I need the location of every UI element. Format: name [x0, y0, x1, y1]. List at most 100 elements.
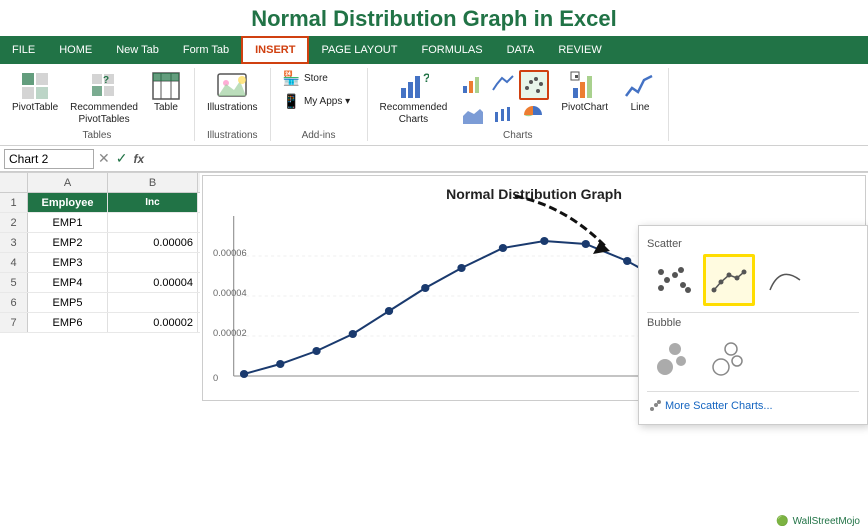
recommended-charts-label: RecommendedCharts [380, 102, 448, 126]
line-sparkline-button[interactable]: Line [620, 68, 660, 116]
area-chart-button[interactable] [459, 102, 487, 128]
pivottable-icon [19, 70, 51, 102]
tab-bar: FILE HOME New Tab Form Tab INSERT PAGE L… [0, 36, 868, 64]
row-num-3: 3 [0, 233, 28, 252]
formula-input[interactable] [148, 152, 864, 166]
bubble-outline-button[interactable] [703, 333, 755, 385]
cancel-icon[interactable]: ✕ [98, 150, 110, 167]
scatter-section-label: Scatter [647, 238, 859, 250]
dropdown-divider-1 [647, 312, 859, 313]
cell-b4[interactable] [108, 253, 198, 272]
watermark: 🟢 WallStreetMojo [776, 516, 860, 527]
name-box[interactable] [4, 149, 94, 169]
pivottable-button[interactable]: PivotTable [8, 68, 62, 116]
cell-a2[interactable]: EMP1 [28, 213, 108, 232]
cell-b1[interactable]: Inc [108, 193, 198, 212]
ribbon-group-tables: PivotTable ? RecommendedPivotTables [0, 68, 195, 141]
store-icon: 🏪 [283, 70, 300, 87]
addins-group-label: Add-ins [302, 130, 336, 141]
cell-a4[interactable]: EMP3 [28, 253, 108, 272]
tab-home[interactable]: HOME [47, 36, 104, 64]
cell-b7[interactable]: 0.00002 [108, 313, 198, 332]
line-sparkline-icon [624, 70, 656, 102]
more-scatter-label: More Scatter Charts... [665, 400, 773, 412]
table-row: 6 EMP5 [0, 293, 200, 313]
watermark-text: WallStreetMojo [793, 516, 860, 527]
tab-formulas[interactable]: FORMULAS [409, 36, 494, 64]
dropdown-divider-2 [647, 391, 859, 392]
col-header-rownum [0, 173, 28, 192]
bar-chart-button[interactable] [459, 70, 487, 100]
row-num-5: 5 [0, 273, 28, 292]
cell-a6[interactable]: EMP5 [28, 293, 108, 312]
spreadsheet-area: A B 1 Employee Inc 2 EMP1 3 EMP2 0.00006… [0, 173, 868, 403]
tab-review[interactable]: REVIEW [546, 36, 613, 64]
cell-a3[interactable]: EMP2 [28, 233, 108, 252]
tables-group-label: Tables [83, 130, 112, 141]
table-label: Table [154, 102, 178, 114]
col-header-a: A [28, 173, 108, 192]
ribbon-content: PivotTable ? RecommendedPivotTables [0, 64, 868, 146]
illustrations-button[interactable]: Illustrations [203, 68, 262, 116]
cell-b3[interactable]: 0.00006 [108, 233, 198, 252]
cell-a7[interactable]: EMP6 [28, 313, 108, 332]
table-row: 2 EMP1 [0, 213, 200, 233]
recommended-charts-icon: ? [397, 70, 429, 102]
scatter-lines-markers-button[interactable] [703, 254, 755, 306]
table-row: 7 EMP6 0.00002 [0, 313, 200, 333]
ribbon-group-charts: ? RecommendedCharts [368, 68, 670, 141]
myapps-button[interactable]: 📱 My Apps ▾ [279, 91, 359, 112]
row-num-4: 4 [0, 253, 28, 272]
page-title: Normal Distribution Graph in Excel [0, 0, 868, 36]
bubble-filled-button[interactable] [647, 333, 699, 385]
line-chart-button[interactable] [489, 70, 517, 100]
col-header-row: A B [0, 173, 200, 193]
svg-text:0: 0 [213, 373, 218, 383]
tab-formtab[interactable]: Form Tab [171, 36, 241, 64]
svg-text:0.00006: 0.00006 [213, 248, 247, 258]
scatter-dropdown: Scatter [638, 225, 868, 425]
store-button[interactable]: 🏪 Store [279, 68, 359, 89]
stock-chart-button[interactable] [489, 102, 517, 128]
watermark-logo: 🟢 [776, 516, 788, 527]
tab-pagelayout[interactable]: PAGE LAYOUT [309, 36, 409, 64]
store-label: Store [304, 73, 328, 85]
scatter-chart-button[interactable] [519, 70, 549, 100]
insert-function-icon[interactable]: fx [133, 152, 144, 166]
col-header-b: B [108, 173, 198, 192]
table-button[interactable]: Table [146, 68, 186, 116]
illustrations-label: Illustrations [207, 102, 258, 114]
cell-b2[interactable] [108, 213, 198, 232]
cell-b6[interactable] [108, 293, 198, 312]
scatter-smooth-button[interactable] [759, 254, 811, 306]
confirm-icon[interactable]: ✓ [116, 150, 128, 167]
cell-b5[interactable]: 0.00004 [108, 273, 198, 292]
pivotchart-button[interactable]: PivotChart [557, 68, 612, 116]
recommended-charts-button[interactable]: ? RecommendedCharts [376, 68, 452, 128]
table-row: 1 Employee Inc [0, 193, 200, 213]
row-num-1: 1 [0, 193, 28, 212]
svg-text:0.00004: 0.00004 [213, 288, 247, 298]
more-scatter-charts-link[interactable]: More Scatter Charts... [647, 396, 859, 416]
scatter-dots-button[interactable] [647, 254, 699, 306]
tab-data[interactable]: DATA [495, 36, 547, 64]
tab-insert[interactable]: INSERT [241, 36, 309, 64]
cell-a1[interactable]: Employee [28, 193, 108, 212]
row-num-2: 2 [0, 213, 28, 232]
tab-file[interactable]: FILE [0, 36, 47, 64]
recommended-pivottables-label: RecommendedPivotTables [70, 102, 138, 126]
recommended-pivottables-button[interactable]: ? RecommendedPivotTables [66, 68, 142, 128]
myapps-icon: 📱 [283, 93, 300, 110]
chart-title: Normal Distribution Graph [446, 186, 622, 202]
pivotchart-icon [569, 70, 601, 102]
row-num-7: 7 [0, 313, 28, 332]
line-sparkline-label: Line [631, 102, 650, 114]
svg-text:0.00002: 0.00002 [213, 328, 247, 338]
svg-text:?: ? [103, 75, 109, 86]
charts-group-label: Charts [503, 130, 532, 141]
cell-a5[interactable]: EMP4 [28, 273, 108, 292]
other-chart-button[interactable] [519, 102, 547, 128]
table-row: 4 EMP3 [0, 253, 200, 273]
scatter-icon-row [647, 254, 859, 306]
tab-newtab[interactable]: New Tab [104, 36, 171, 64]
